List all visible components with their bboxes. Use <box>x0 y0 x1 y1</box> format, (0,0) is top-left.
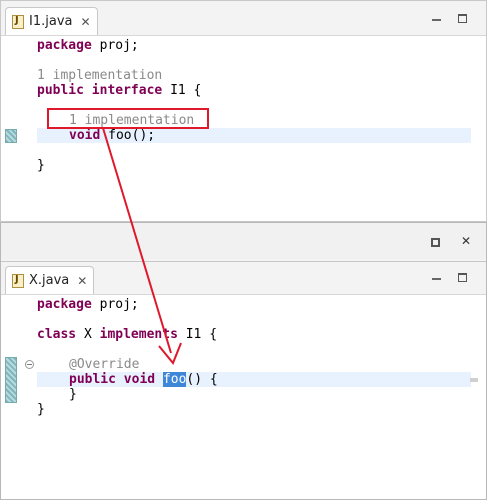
editor-tabbar: I1.java ✕ <box>1 1 486 36</box>
code-line-method-foo[interactable]: void foo(); <box>69 128 155 143</box>
selected-method-name: foo <box>162 372 187 387</box>
minimize-icon[interactable] <box>429 11 443 25</box>
restore-icon[interactable] <box>428 235 442 249</box>
code-line-package[interactable]: package proj; <box>37 38 139 53</box>
code-line-package[interactable]: package proj; <box>37 297 139 312</box>
code-line-method-foo[interactable]: public void foo() { <box>69 372 218 387</box>
editor-x: X.java ✕ package proj; class X implement… <box>1 261 486 499</box>
tab-i1-java[interactable]: I1.java ✕ <box>5 7 98 35</box>
close-icon[interactable]: ✕ <box>459 234 473 248</box>
implementation-marker-icon[interactable] <box>5 129 17 143</box>
java-file-icon <box>12 14 24 29</box>
java-file-icon <box>12 273 24 288</box>
code-line-closing-brace[interactable]: } <box>37 158 45 173</box>
maximize-icon[interactable] <box>455 11 469 25</box>
code-line-interface[interactable]: public interface I1 { <box>37 83 201 98</box>
overview-ruler-mark[interactable] <box>470 378 478 382</box>
editor-i1: I1.java ✕ package proj; 1 implementation… <box>0 0 487 222</box>
code-lens-method-implementation[interactable]: 1 implementation <box>69 113 194 128</box>
detached-editor-window: ✕ X.java ✕ package proj; class X impleme… <box>0 222 487 500</box>
override-marker-icon[interactable] <box>5 357 17 403</box>
editor-tabbar: X.java ✕ <box>1 262 486 295</box>
close-icon[interactable]: ✕ <box>77 274 87 288</box>
maximize-icon[interactable] <box>455 270 469 284</box>
tab-x-java[interactable]: X.java ✕ <box>5 266 95 294</box>
code-line-override-annotation[interactable]: @Override <box>69 357 139 372</box>
minimize-icon[interactable] <box>429 270 443 284</box>
code-line-inner-close[interactable]: } <box>69 387 77 402</box>
code-line-outer-close[interactable]: } <box>37 402 45 417</box>
tab-label: I1.java <box>29 14 73 29</box>
code-lens-implementation[interactable]: 1 implementation <box>37 68 162 83</box>
close-icon[interactable]: ✕ <box>80 15 90 29</box>
window-titlebar[interactable]: ✕ <box>1 223 486 259</box>
tab-label: X.java <box>29 273 70 288</box>
fold-collapse-icon[interactable] <box>25 360 34 369</box>
code-line-class[interactable]: class X implements I1 { <box>37 327 217 342</box>
